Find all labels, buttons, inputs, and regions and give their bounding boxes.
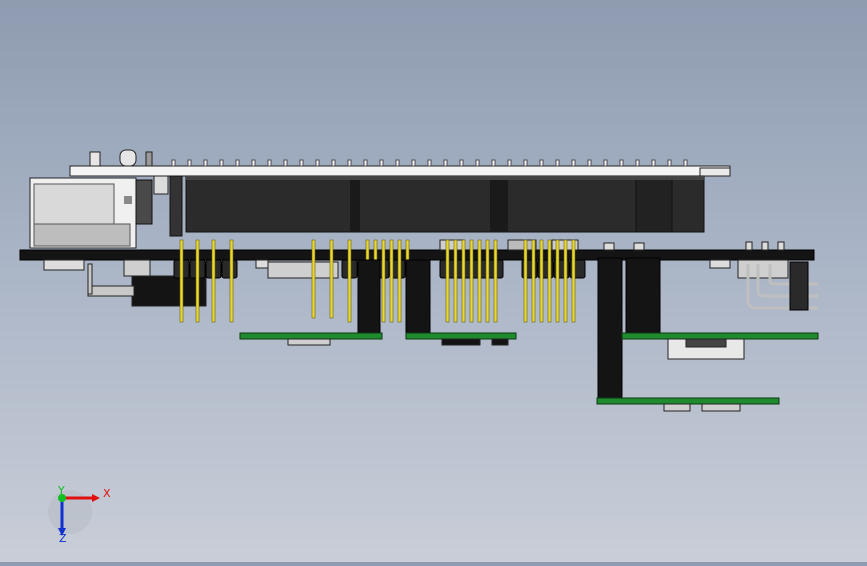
top-components	[89, 149, 688, 167]
top-pin	[459, 159, 464, 167]
usb-connector	[29, 175, 183, 249]
header-pin	[347, 239, 352, 323]
header-pin	[179, 239, 184, 323]
header-pin	[311, 239, 316, 319]
top-pin	[315, 159, 320, 167]
header-body	[221, 259, 238, 279]
top-pin	[667, 159, 672, 167]
top-pin	[395, 159, 400, 167]
header-pin	[547, 239, 552, 323]
top-pin	[619, 159, 624, 167]
top-pin	[491, 159, 496, 167]
header-pin	[493, 239, 498, 323]
header-pin	[563, 239, 568, 323]
top-pin	[363, 159, 368, 167]
header-pin	[461, 239, 466, 323]
x-axis-arrowhead	[92, 494, 100, 502]
header-pin	[211, 239, 216, 323]
header-pin	[469, 239, 474, 323]
top-pin	[587, 159, 592, 167]
header-pin	[445, 239, 450, 323]
header-pin	[453, 239, 458, 323]
main-board-top-components	[439, 239, 785, 251]
top-pin	[251, 159, 256, 167]
main-board	[19, 249, 815, 261]
top-pin	[267, 159, 272, 167]
top-pin	[219, 159, 224, 167]
top-pin	[347, 159, 352, 167]
top-pin	[635, 159, 640, 167]
top-pin	[235, 159, 240, 167]
assembly-side-view: X Y Z	[19, 149, 819, 545]
top-pin	[427, 159, 432, 167]
top-pin	[507, 159, 512, 167]
header-pin	[523, 239, 528, 323]
coordinate-triad: X Y Z	[48, 484, 111, 545]
top-pin	[331, 159, 336, 167]
header-pin	[555, 239, 560, 323]
y-axis-label: Y	[57, 484, 65, 497]
top-pin	[571, 159, 576, 167]
header-pin	[477, 239, 482, 323]
cad-viewport[interactable]: X Y Z	[0, 0, 867, 562]
z-axis-label: Z	[59, 532, 67, 545]
top-pin	[411, 159, 416, 167]
top-pin	[283, 159, 288, 167]
header-pin	[397, 239, 402, 323]
top-pin	[555, 159, 560, 167]
header-pin	[531, 239, 536, 323]
x-axis-label: X	[103, 487, 111, 500]
header-pin	[229, 239, 234, 323]
header-pin	[389, 239, 394, 323]
top-pin	[603, 159, 608, 167]
top-pin	[379, 159, 384, 167]
top-pin	[443, 159, 448, 167]
top-pin	[171, 159, 176, 167]
top-pin	[539, 159, 544, 167]
header-pin	[329, 239, 334, 319]
module-body	[185, 175, 705, 233]
top-pin	[299, 159, 304, 167]
header-pin	[539, 239, 544, 323]
top-pin	[523, 159, 528, 167]
top-pin	[683, 159, 688, 167]
header-pin	[571, 239, 576, 323]
standoffs	[357, 257, 661, 401]
top-pin	[203, 159, 208, 167]
header-pin	[381, 239, 386, 323]
top-board	[69, 165, 731, 177]
top-pin	[187, 159, 192, 167]
top-pin	[475, 159, 480, 167]
header-pin	[195, 239, 200, 323]
top-pin	[651, 159, 656, 167]
header-pin	[485, 239, 490, 323]
